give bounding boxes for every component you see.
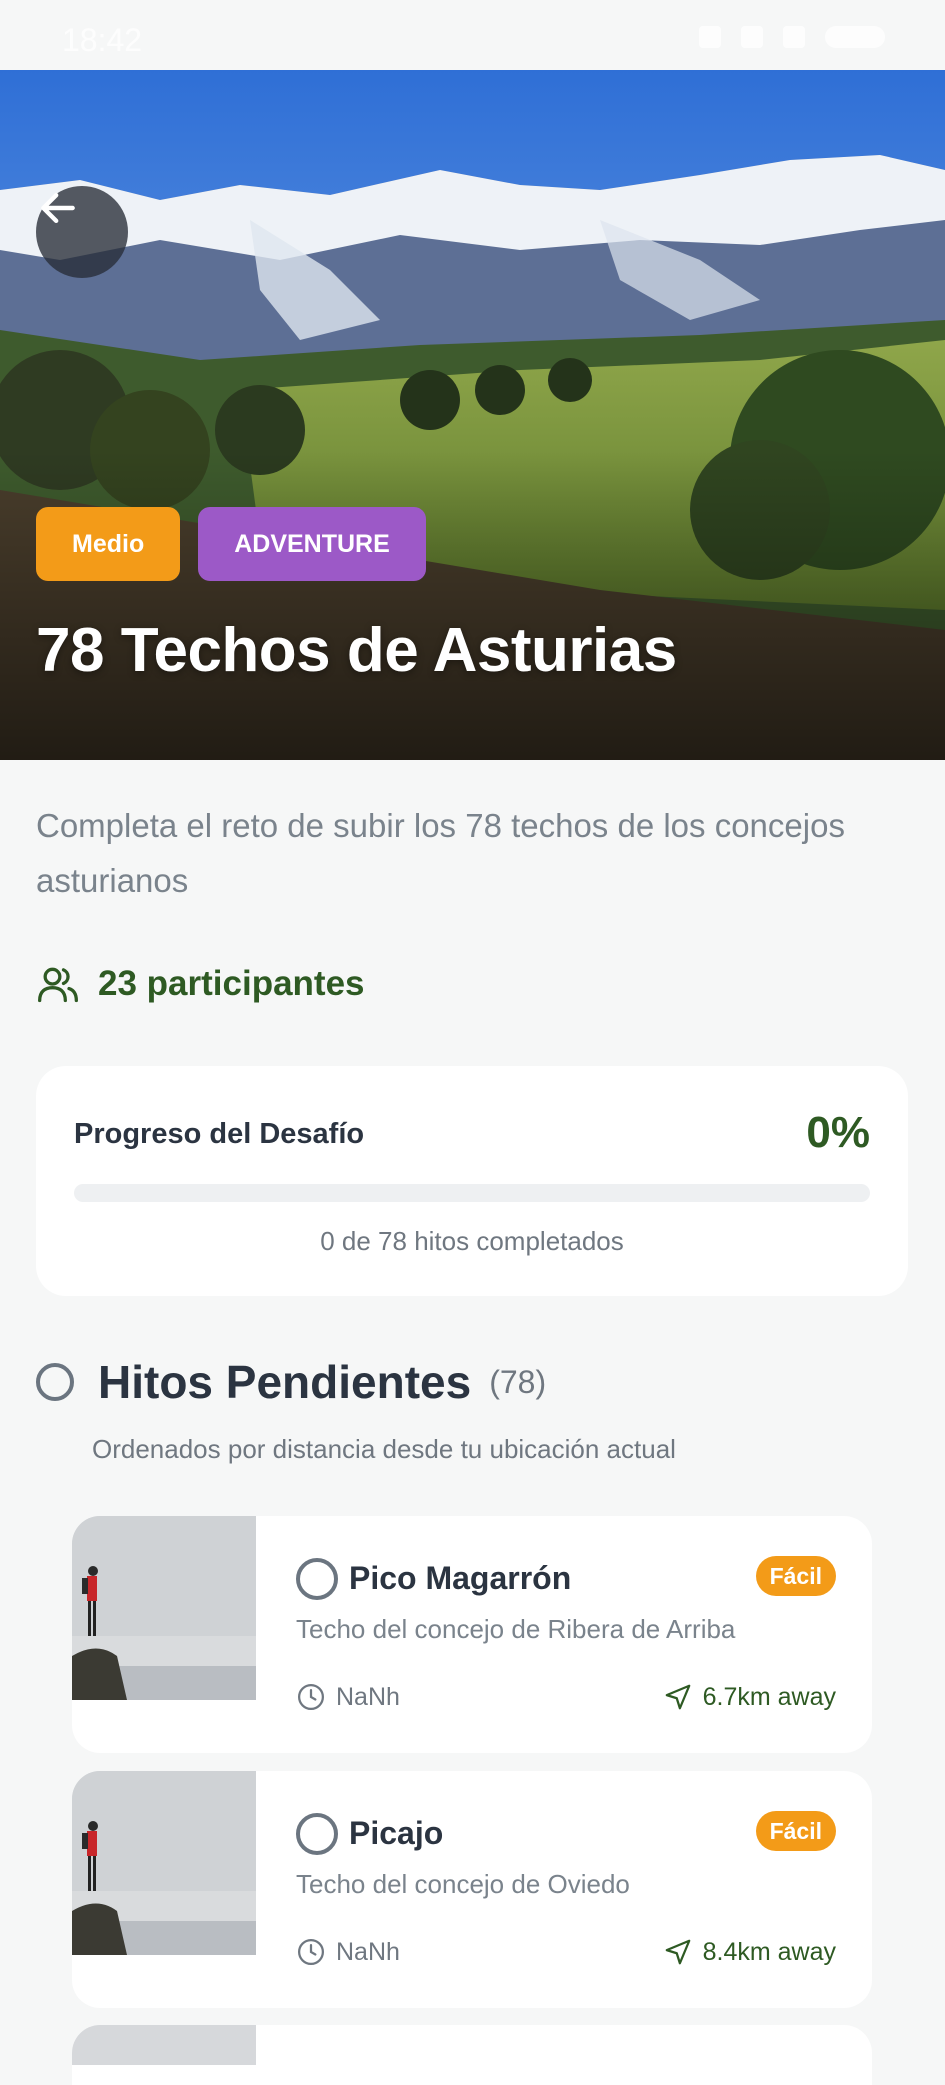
peak-duration-text: NaNh — [336, 1682, 400, 1711]
participants-row[interactable]: 23 participantes — [36, 962, 365, 1006]
navigation-arrow-icon — [665, 1939, 690, 1965]
peak-card[interactable] — [72, 2025, 872, 2085]
peak-description: Techo del concejo de Ribera de Arriba — [296, 1614, 736, 1644]
section-circle-icon — [36, 1363, 74, 1401]
clock-icon — [298, 1684, 324, 1710]
peak-distance: 8.4km away — [663, 1937, 836, 1967]
peak-description: Techo del concejo de Oviedo — [296, 1869, 630, 1899]
peak-distance-text: 8.4km away — [702, 1937, 836, 1966]
peak-name: Picajo — [349, 1815, 444, 1851]
battery-icon — [825, 26, 885, 48]
hero-badges: Medio ADVENTURE — [36, 507, 426, 581]
back-button[interactable] — [36, 186, 128, 278]
hiker-thumbnail-image — [72, 1771, 256, 1955]
challenge-description: Completa el reto de subir los 78 techos … — [36, 807, 845, 899]
status-time: 18:42 — [62, 22, 143, 58]
hiker-thumbnail-image — [72, 1516, 256, 1700]
signal-icon — [783, 26, 805, 48]
progress-card: Progreso del Desafío 0% 0 de 78 hitos co… — [36, 1066, 908, 1296]
arrow-left-icon — [41, 192, 75, 224]
peak-completed-toggle[interactable] — [296, 1558, 338, 1600]
section-subtitle: Ordenados por distancia desde tu ubicaci… — [92, 1434, 676, 1464]
difficulty-badge: Medio — [36, 507, 181, 581]
progress-label: Progreso del Desafío — [74, 1118, 365, 1150]
status-bar: 18:42 — [0, 0, 945, 70]
challenge-title: 78 Techos de Asturias — [36, 616, 677, 685]
peak-distance-text: 6.7km away — [702, 1682, 836, 1711]
users-icon — [38, 967, 78, 1003]
category-badge: ADVENTURE — [198, 507, 426, 581]
peak-name: Pico Magarrón — [349, 1560, 572, 1596]
hiker-thumbnail-image — [72, 2025, 256, 2065]
peak-duration: NaNh — [296, 1937, 400, 1967]
participants-count: 23 participantes — [98, 964, 365, 1003]
mute-icon — [699, 26, 721, 48]
progress-percent: 0% — [806, 1108, 870, 1157]
peak-difficulty-badge: Fácil — [755, 1811, 836, 1851]
peak-duration: NaNh — [296, 1682, 400, 1712]
wifi-icon — [741, 26, 763, 48]
section-count: (78) — [489, 1363, 547, 1400]
progress-subtitle: 0 de 78 hitos completados — [320, 1226, 624, 1256]
progress-bar — [74, 1184, 870, 1202]
navigation-arrow-icon — [665, 1684, 690, 1710]
pending-section-header: Hitos Pendientes (78) — [36, 1355, 546, 1409]
section-title: Hitos Pendientes — [98, 1356, 472, 1408]
peak-card[interactable]: Picajo Fácil Techo del concejo de Oviedo… — [72, 1771, 872, 2008]
peak-distance: 6.7km away — [663, 1682, 836, 1712]
peak-duration-text: NaNh — [336, 1937, 400, 1966]
peak-difficulty-badge: Fácil — [755, 1556, 836, 1596]
peak-card[interactable]: Pico Magarrón Fácil Techo del concejo de… — [72, 1516, 872, 1753]
clock-icon — [298, 1939, 324, 1965]
status-icons — [699, 26, 885, 48]
hero-image: Medio ADVENTURE 78 Techos de Asturias — [0, 70, 945, 760]
peak-completed-toggle[interactable] — [296, 1813, 338, 1855]
